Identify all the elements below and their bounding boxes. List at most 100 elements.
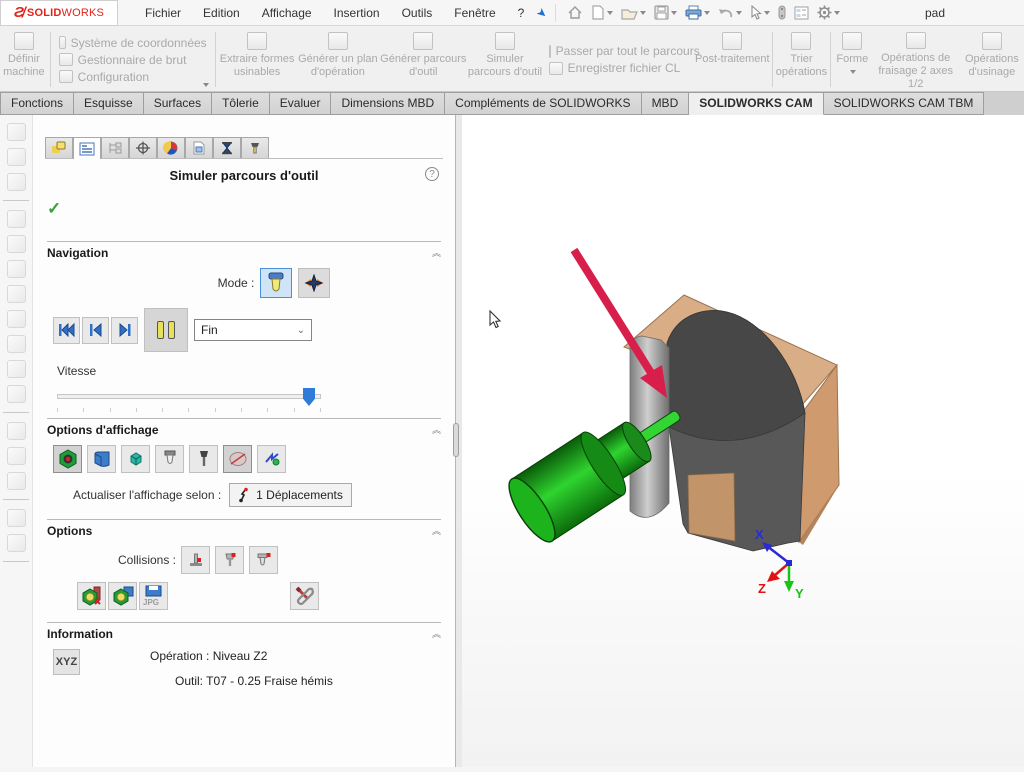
holder-button[interactable] bbox=[189, 445, 218, 473]
navigation-section-header[interactable]: Navigation ︽ bbox=[47, 241, 441, 260]
cam-feature-icon[interactable] bbox=[7, 310, 26, 328]
machined-stock-button[interactable] bbox=[121, 445, 150, 473]
shank-collision-button[interactable] bbox=[249, 546, 278, 574]
end-without-save-button[interactable] bbox=[77, 582, 106, 610]
save-cl-button[interactable]: Enregistrer fichier CL bbox=[549, 61, 689, 75]
step-back-button[interactable] bbox=[82, 317, 109, 344]
cam-feature-icon[interactable] bbox=[7, 360, 26, 378]
machining-operations-button[interactable]: Opérations d'usinage bbox=[960, 28, 1024, 91]
cam-feature-icon[interactable] bbox=[7, 235, 26, 253]
ok-check-icon[interactable]: ✓ bbox=[47, 199, 455, 219]
step-through-button[interactable]: Passer par tout le parcours bbox=[549, 44, 689, 58]
go-to-start-button[interactable] bbox=[53, 317, 80, 344]
mill-operations-button[interactable]: Opérations de fraisage 2 axes 1/2 bbox=[872, 28, 960, 91]
cam-feature-icon[interactable] bbox=[7, 260, 26, 278]
simulation-settings-button[interactable] bbox=[290, 582, 319, 610]
sort-operations-button[interactable]: Trier opérations bbox=[775, 28, 828, 91]
menu-insertion[interactable]: Insertion bbox=[325, 2, 389, 24]
tab-surfaces[interactable]: Surfaces bbox=[144, 92, 212, 115]
configuration-caret-icon[interactable] bbox=[203, 83, 209, 87]
pin-menubar-icon[interactable]: ➤ bbox=[534, 4, 551, 21]
holder-collision-button[interactable] bbox=[215, 546, 244, 574]
simulate-toolpath-button[interactable]: Simuler parcours d'outil bbox=[467, 28, 542, 91]
cam-feature-icon[interactable] bbox=[7, 385, 26, 403]
extract-page-tab[interactable] bbox=[185, 137, 213, 158]
rapid-moves-button[interactable] bbox=[257, 445, 286, 473]
collapse-icon[interactable]: ︽ bbox=[432, 251, 441, 256]
select-icon[interactable] bbox=[747, 3, 773, 22]
menu-fichier[interactable]: Fichier bbox=[136, 2, 190, 24]
cam-feature-icon[interactable] bbox=[7, 534, 26, 552]
cam-feature-icon[interactable] bbox=[7, 285, 26, 303]
configuration-button[interactable]: Configuration bbox=[59, 70, 207, 84]
tab-tolerie[interactable]: Tôlerie bbox=[212, 92, 270, 115]
tools-tree-tab[interactable] bbox=[101, 137, 129, 158]
save-jpg-button[interactable]: JPG bbox=[139, 582, 168, 610]
print-icon[interactable] bbox=[682, 3, 713, 22]
tab-mbd[interactable]: MBD bbox=[642, 92, 690, 115]
tab-complements[interactable]: Compléments de SOLIDWORKS bbox=[445, 92, 641, 115]
xyz-button[interactable]: XYZ bbox=[53, 649, 80, 675]
collapse-icon[interactable]: ︽ bbox=[432, 529, 441, 534]
cam-feature-icon[interactable] bbox=[7, 447, 26, 465]
position-dropdown[interactable]: Fin ⌄ bbox=[194, 319, 312, 341]
shape-button[interactable]: Forme bbox=[833, 28, 872, 91]
menu-edition[interactable]: Edition bbox=[194, 2, 249, 24]
generate-plan-button[interactable]: Générer un plan d'opération bbox=[297, 28, 380, 91]
tab-evaluer[interactable]: Evaluer bbox=[270, 92, 332, 115]
features-tree-tab[interactable] bbox=[45, 137, 73, 158]
settings-icon[interactable] bbox=[814, 3, 843, 22]
help-icon[interactable]: ? bbox=[425, 167, 439, 181]
home-icon[interactable] bbox=[564, 3, 586, 22]
undo-icon[interactable] bbox=[715, 4, 745, 22]
view-list-icon[interactable] bbox=[791, 4, 812, 22]
no-section-button[interactable] bbox=[223, 445, 252, 473]
tab-dimensions-mbd[interactable]: Dimensions MBD bbox=[331, 92, 445, 115]
step-forward-button[interactable] bbox=[111, 317, 138, 344]
tool-mode-button[interactable] bbox=[260, 268, 292, 298]
tab-fonctions[interactable]: Fonctions bbox=[0, 92, 74, 115]
speed-slider[interactable] bbox=[57, 388, 431, 406]
cam-feature-icon[interactable] bbox=[7, 173, 26, 191]
slider-thumb[interactable] bbox=[303, 388, 315, 406]
update-moves-button[interactable]: 1 Déplacements bbox=[229, 483, 352, 507]
cam-feature-icon[interactable] bbox=[7, 210, 26, 228]
open-icon[interactable] bbox=[618, 4, 649, 22]
cam-feature-icon[interactable] bbox=[7, 148, 26, 166]
simulation-tab[interactable] bbox=[213, 137, 241, 158]
collapse-icon[interactable]: ︽ bbox=[432, 632, 441, 637]
tolerance-tab[interactable] bbox=[157, 137, 185, 158]
stock-manager-button[interactable]: Gestionnaire de brut bbox=[59, 53, 207, 67]
save-stock-button[interactable] bbox=[108, 582, 137, 610]
generate-toolpath-button[interactable]: Générer parcours d'outil bbox=[379, 28, 467, 91]
pane-splitter[interactable] bbox=[455, 115, 462, 767]
viewport-3d[interactable]: X Z Y bbox=[462, 115, 1024, 767]
save-icon[interactable] bbox=[651, 3, 680, 22]
coordinate-system-button[interactable]: Système de coordonnées bbox=[59, 36, 207, 50]
information-section-header[interactable]: Information ︽ bbox=[47, 622, 441, 641]
menu-help[interactable]: ? bbox=[509, 2, 534, 24]
cam-feature-icon[interactable] bbox=[7, 472, 26, 490]
stock-button[interactable] bbox=[87, 445, 116, 473]
post-process-button[interactable]: Post-traitement bbox=[695, 28, 770, 91]
tab-esquisse[interactable]: Esquisse bbox=[74, 92, 144, 115]
define-machine-button[interactable]: Définir machine bbox=[0, 28, 48, 91]
extract-features-button[interactable]: Extraire formes usinables bbox=[218, 28, 297, 91]
cam-feature-icon[interactable] bbox=[7, 422, 26, 440]
turbo-mode-button[interactable] bbox=[298, 268, 330, 298]
cam-feature-icon[interactable] bbox=[7, 123, 26, 141]
menu-fenetre[interactable]: Fenêtre bbox=[445, 2, 504, 24]
tab-solidworks-cam-tbm[interactable]: SOLIDWORKS CAM TBM bbox=[824, 92, 985, 115]
splitter-handle[interactable] bbox=[453, 423, 459, 457]
tab-solidworks-cam[interactable]: SOLIDWORKS CAM bbox=[689, 92, 823, 115]
shape-caret-icon[interactable] bbox=[850, 70, 856, 74]
cam-feature-icon[interactable] bbox=[7, 509, 26, 527]
target-part-button[interactable] bbox=[53, 445, 82, 473]
collapse-icon[interactable]: ︽ bbox=[432, 428, 441, 433]
tool-button[interactable] bbox=[155, 445, 184, 473]
probe-tab[interactable] bbox=[241, 137, 269, 158]
options-section-header[interactable]: Options ︽ bbox=[47, 519, 441, 538]
display-section-header[interactable]: Options d'affichage ︽ bbox=[47, 418, 441, 437]
origin-tab[interactable] bbox=[129, 137, 157, 158]
menu-outils[interactable]: Outils bbox=[393, 2, 442, 24]
